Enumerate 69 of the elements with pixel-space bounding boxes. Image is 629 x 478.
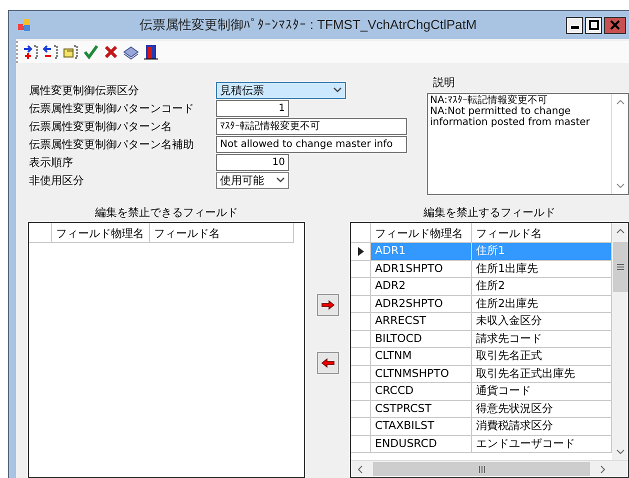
table-row[interactable]: BILTOCD 請求先コード [351,330,612,348]
maximize-button[interactable] [585,16,602,34]
column-header[interactable]: フィールド名 [150,223,294,243]
field-label: 非使用区分 [29,172,85,188]
check-icon[interactable] [83,44,99,60]
table-cell: 住所1 [472,243,612,260]
vertical-scroll-bar[interactable] [612,223,628,460]
grid-title: 編集を禁止するフィールド [422,205,556,221]
window-title: 伝票属性変更制御ﾊﾟﾀｰﾝﾏｽﾀｰ : TFMST_VchAtrChgCtlPatM [138,16,478,34]
table-cell: CRCCD [371,383,472,400]
field-label: 伝票属性変更制御パターン名 [29,118,173,134]
caret-icon [333,87,342,93]
field-label: 伝票属性変更制御パターン名補助 [29,136,195,152]
close-icon [610,20,620,30]
dropdown-field[interactable]: 見積伝票 [216,82,346,98]
table-row[interactable]: ADR2SHPTO 住所2出庫先 [351,296,612,313]
table-row[interactable]: ARRECST 未収入金区分 [351,313,612,330]
input-field[interactable]: ﾏｽﾀｰ転記情報変更不可 [216,118,407,134]
grid-title: 編集を禁止できるフィールド [94,205,240,221]
input-field[interactable]: 1 [216,100,289,116]
current-row-icon [358,246,364,256]
app-icon [18,19,30,31]
close-button[interactable] [604,16,626,34]
dropdown-field[interactable]: 使用可能 [216,172,289,188]
table-cell: ARRECST [371,313,472,330]
table-cell: ADR2SHPTO [371,296,472,313]
left-arrow-icon [320,358,335,368]
right-arrow-icon [320,300,335,310]
remove-button[interactable] [316,352,339,374]
field-label: 属性変更制御伝票区分 [29,82,140,98]
horizontal-scroll-bar[interactable] [351,460,628,477]
table-cell: CTAXBILST [371,418,472,436]
column-header[interactable]: フィールド物理名 [371,223,472,243]
description-text: NA:Not permitted to change [430,106,572,117]
description-text: information posted from master [430,117,591,128]
caret-icon [276,177,285,183]
table-row[interactable]: CLTNM 取引先名正式 [351,348,612,366]
table-cell: CLTNM [371,348,472,366]
table-row[interactable]: ADR1SHPTO 住所1出庫先 [351,260,612,278]
table-row[interactable]: CSTPRCST 得意先状況区分 [351,400,612,418]
column-header[interactable]: フィールド物理名 [52,223,150,243]
table-cell: BILTOCD [371,330,472,348]
table-cell: CLTNMSHPTO [371,366,472,383]
add-button[interactable] [316,294,339,316]
table-cell: CSTPRCST [371,400,472,418]
table-cell: ADR1 [371,243,472,260]
table-cell: ENDUSRCD [371,436,472,453]
table-row[interactable]: CTAXBILST 消費税請求区分 [351,418,612,436]
insert-row-icon[interactable] [23,44,39,60]
table-cell: ADR2 [371,278,472,296]
exit-door-icon[interactable] [143,44,159,60]
column-header[interactable]: フィールド名 [472,223,612,243]
description-field[interactable]: NA:ﾏｽﾀｰ転記情報変更不可 NA:Not permitted to change information posted from master [427,93,629,195]
maximize-icon [588,20,598,30]
table-row[interactable]: CRCCD 通貨コード [351,383,612,400]
field-label: 伝票属性変更制御パターンコード [29,100,195,116]
description-label: 説明 [433,75,456,91]
description-text: NA:ﾏｽﾀｰ転記情報変更不可 [430,95,549,106]
input-field[interactable]: 10 [216,154,289,170]
cancel-x-icon[interactable] [103,44,119,60]
delete-row-icon[interactable] [43,44,59,60]
table-row[interactable]: ENDUSRCD エンドユーザコード [351,436,612,453]
table-row[interactable]: ADR2 住所2 [351,278,612,296]
field-label: 表示順序 [29,154,74,170]
book-icon[interactable] [123,44,139,60]
minimize-button[interactable] [566,16,583,34]
table-row[interactable]: CLTNMSHPTO 取引先名正式出庫先 [351,366,612,383]
input-field[interactable]: Not allowed to change master info [216,136,407,152]
table-cell: ADR1SHPTO [371,260,472,278]
